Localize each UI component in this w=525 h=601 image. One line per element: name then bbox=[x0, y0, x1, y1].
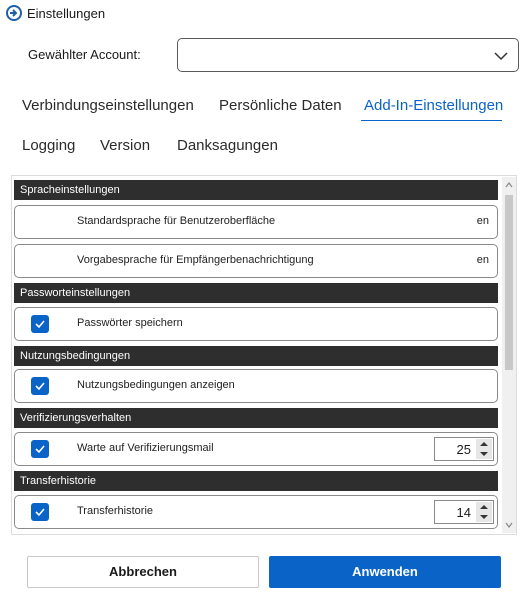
setting-value: en bbox=[476, 254, 489, 266]
show-terms-checkbox[interactable] bbox=[31, 377, 49, 395]
checkmark-icon bbox=[35, 445, 45, 454]
title-bar: Einstellungen bbox=[0, 0, 525, 28]
setting-row-show-terms: Nutzungsbedingungen anzeigen bbox=[14, 369, 498, 403]
setting-row-recipient-language[interactable]: Vorgabesprache für Empfängerbenachrichti… bbox=[14, 244, 498, 278]
transfer-history-checkbox[interactable] bbox=[31, 503, 49, 521]
setting-label: Passwörter speichern bbox=[77, 317, 183, 329]
tab-persoenliche-daten[interactable]: Persönliche Daten bbox=[219, 97, 342, 114]
tab-add-in-einstellungen[interactable]: Add-In-Einstellungen bbox=[364, 97, 503, 114]
apply-button[interactable]: Anwenden bbox=[269, 556, 501, 588]
setting-label: Warte auf Verifizierungsmail bbox=[77, 442, 214, 454]
setting-label: Nutzungsbedingungen anzeigen bbox=[77, 379, 235, 391]
tab-verbindungseinstellungen[interactable]: Verbindungseinstellungen bbox=[22, 97, 194, 114]
tab-danksagungen[interactable]: Danksagungen bbox=[177, 137, 278, 154]
stepper-value: 14 bbox=[456, 505, 471, 520]
checkmark-icon bbox=[35, 508, 45, 517]
stepper-up-button[interactable] bbox=[476, 502, 492, 512]
tab-version[interactable]: Version bbox=[100, 137, 150, 154]
arrow-up-icon bbox=[480, 505, 488, 509]
section-header-transferhistorie: Transferhistorie bbox=[14, 471, 498, 491]
setting-row-ui-language[interactable]: Standardsprache für Benutzeroberfläche e… bbox=[14, 205, 498, 239]
settings-panel: Spracheinstellungen Standardsprache für … bbox=[11, 175, 517, 535]
vertical-scrollbar[interactable] bbox=[502, 177, 516, 533]
arrow-down-icon bbox=[480, 515, 488, 519]
active-tab-indicator bbox=[361, 120, 502, 121]
chevron-down-icon bbox=[494, 52, 508, 61]
setting-label: Standardsprache für Benutzeroberfläche bbox=[77, 215, 276, 227]
arrow-down-icon bbox=[480, 452, 488, 456]
setting-value: en bbox=[476, 215, 489, 227]
stepper-down-button[interactable] bbox=[476, 449, 492, 459]
scroll-down-icon[interactable] bbox=[505, 521, 513, 529]
setting-label: Vorgabesprache für Empfängerbenachrichti… bbox=[77, 254, 314, 266]
wait-verification-mail-checkbox[interactable] bbox=[31, 440, 49, 458]
section-header-spracheinstellungen: Spracheinstellungen bbox=[14, 180, 498, 200]
section-header-nutzungsbedingungen: Nutzungsbedingungen bbox=[14, 346, 498, 366]
app-logo-icon bbox=[6, 5, 22, 21]
window-title: Einstellungen bbox=[27, 6, 106, 21]
arrow-up-icon bbox=[480, 442, 488, 446]
verification-wait-stepper[interactable]: 25 bbox=[434, 437, 494, 461]
account-select[interactable] bbox=[177, 38, 519, 72]
stepper-value: 25 bbox=[456, 442, 471, 457]
checkmark-icon bbox=[35, 320, 45, 329]
section-header-verifizierungsverhalten: Verifizierungsverhalten bbox=[14, 408, 498, 428]
checkmark-icon bbox=[35, 382, 45, 391]
setting-label: Transferhistorie bbox=[77, 505, 154, 517]
stepper-up-button[interactable] bbox=[476, 439, 492, 449]
cancel-button[interactable]: Abbrechen bbox=[27, 556, 259, 588]
stepper-down-button[interactable] bbox=[476, 512, 492, 522]
setting-row-transfer-history: Transferhistorie 14 bbox=[14, 495, 498, 529]
section-header-passworteinstellungen: Passworteinstellungen bbox=[14, 283, 498, 303]
tab-logging[interactable]: Logging bbox=[22, 137, 75, 154]
scroll-up-icon[interactable] bbox=[505, 181, 513, 189]
scrollbar-thumb[interactable] bbox=[505, 195, 513, 370]
transfer-history-stepper[interactable]: 14 bbox=[434, 500, 494, 524]
setting-row-wait-verification-mail: Warte auf Verifizierungsmail 25 bbox=[14, 432, 498, 466]
account-label: Gewählter Account: bbox=[28, 47, 141, 62]
save-passwords-checkbox[interactable] bbox=[31, 315, 49, 333]
setting-row-save-passwords: Passwörter speichern bbox=[14, 307, 498, 341]
